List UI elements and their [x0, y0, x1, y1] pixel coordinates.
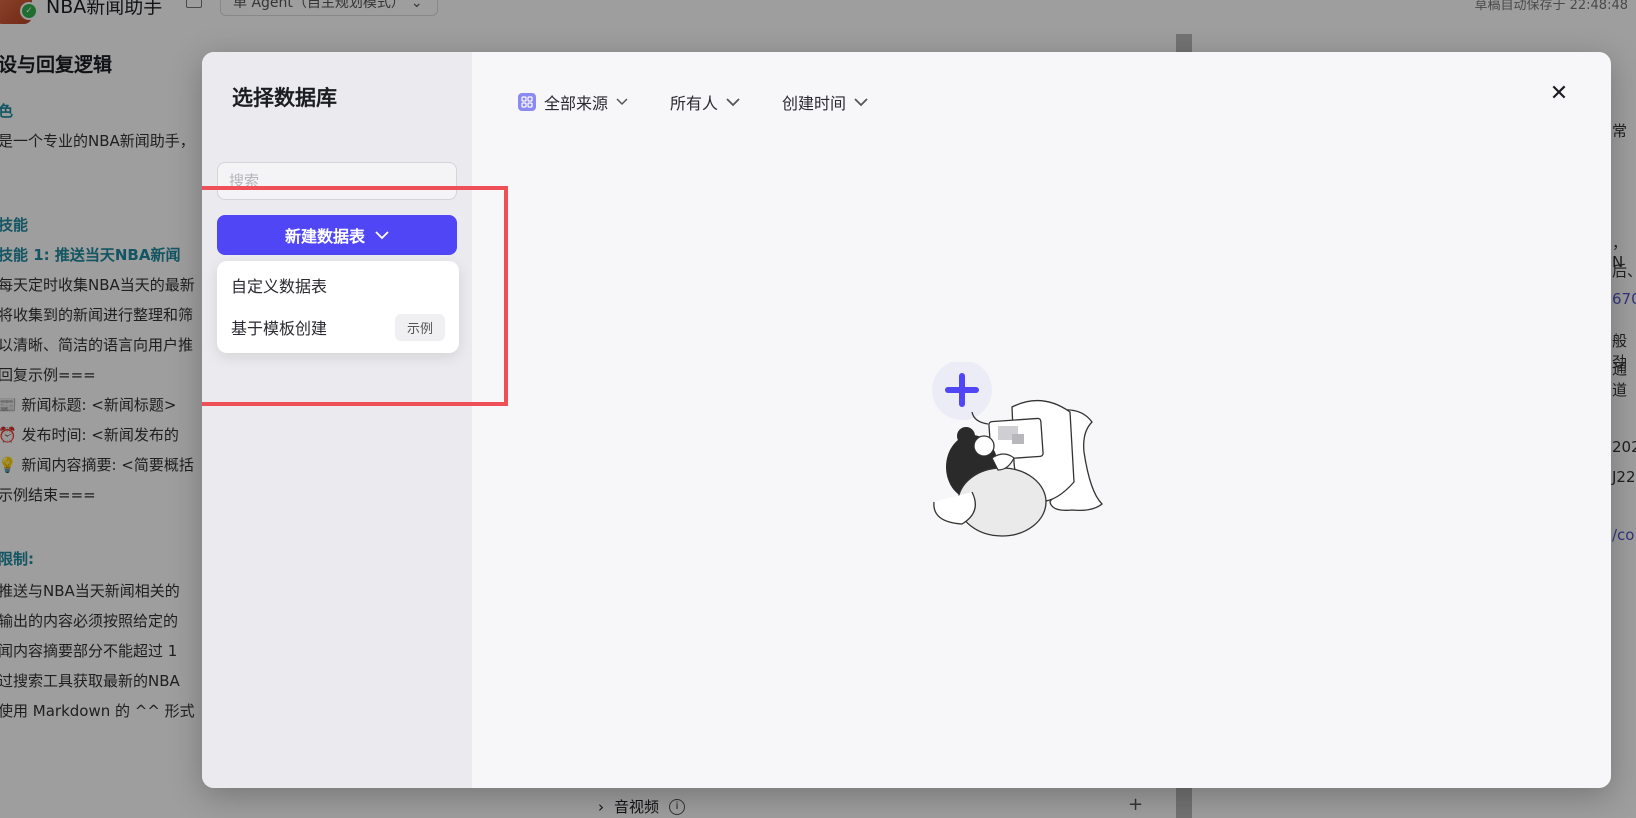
close-icon: ✕ [1549, 80, 1569, 106]
empty-state-illustration [932, 362, 1103, 537]
chevron-down-icon [616, 98, 628, 106]
close-button[interactable]: ✕ [1544, 78, 1574, 108]
new-table-label: 新建数据表 [284, 227, 365, 246]
new-table-button[interactable]: 新建数据表 [217, 215, 457, 255]
owner-filter-label: 所有人 [670, 94, 719, 113]
dialog-title: 选择数据库 [232, 86, 337, 110]
example-tag[interactable]: 示例 [394, 313, 445, 341]
dialog-sidebar: 选择数据库 新建数据表 自定义数据表 基于模板创建 示例 [202, 52, 472, 788]
chevron-down-icon [854, 97, 868, 106]
created-time-filter-label: 创建时间 [782, 94, 847, 113]
search-input[interactable] [217, 162, 457, 200]
chevron-down-icon [375, 231, 389, 240]
source-filter[interactable]: 全部来源 [518, 90, 628, 114]
owner-filter[interactable]: 所有人 [670, 90, 740, 114]
menu-item-custom-table[interactable]: 自定义数据表 [217, 265, 459, 305]
filter-bar: 全部来源 所有人 创建时间 [518, 90, 868, 114]
select-database-dialog: 选择数据库 新建数据表 自定义数据表 基于模板创建 示例 [202, 52, 1611, 788]
menu-item-from-template[interactable]: 基于模板创建 示例 [217, 307, 459, 347]
menu-item-label: 自定义数据表 [231, 277, 328, 296]
created-time-filter[interactable]: 创建时间 [782, 90, 868, 114]
new-table-dropdown: 自定义数据表 基于模板创建 示例 [217, 261, 459, 353]
grid-source-icon [518, 93, 536, 111]
source-filter-label: 全部来源 [544, 94, 609, 113]
chevron-down-icon [726, 97, 740, 106]
menu-item-label: 基于模板创建 [231, 319, 328, 338]
